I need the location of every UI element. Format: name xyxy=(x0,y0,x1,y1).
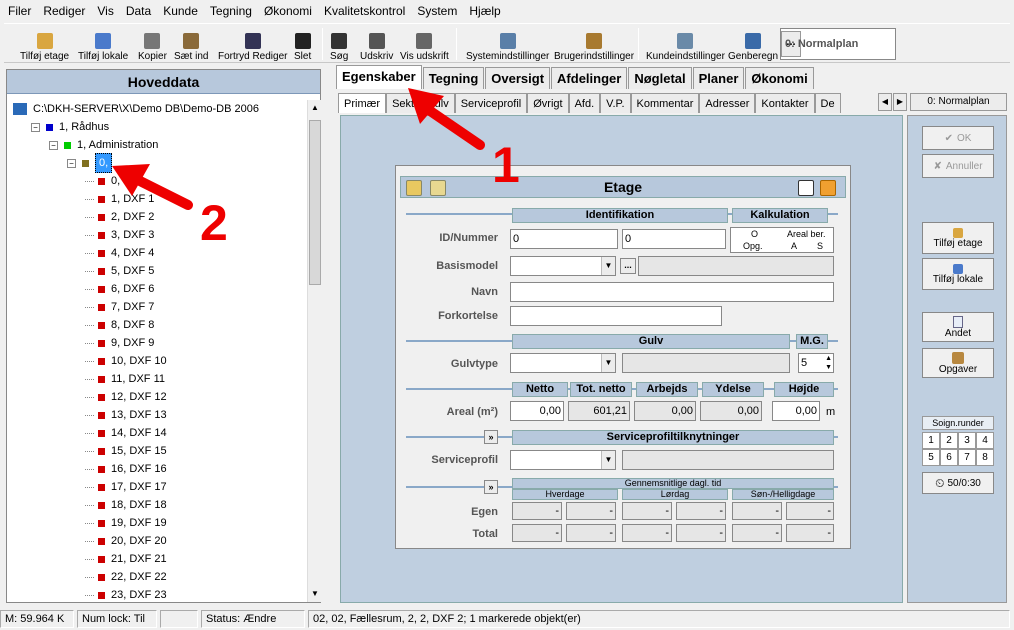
annotation-arrow-2 xyxy=(112,164,193,210)
annotation-number-1: 1 xyxy=(492,137,520,193)
annotation-arrow-1 xyxy=(408,88,485,150)
annotation-number-2: 2 xyxy=(200,195,228,251)
annotation-overlay xyxy=(112,88,485,210)
